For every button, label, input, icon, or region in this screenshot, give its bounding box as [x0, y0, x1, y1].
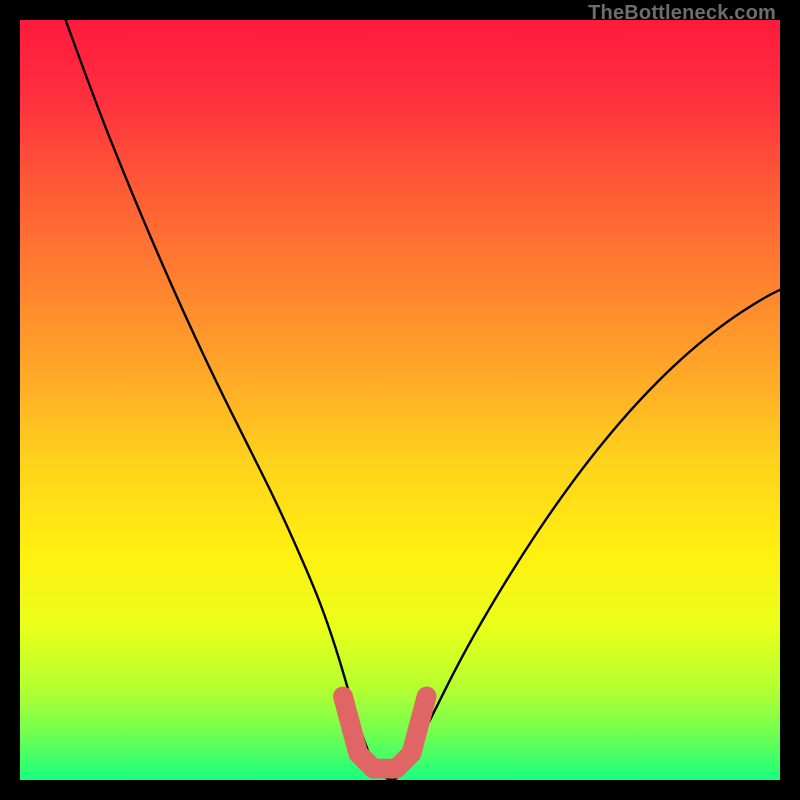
gradient-background — [20, 20, 780, 780]
chart-svg — [20, 20, 780, 780]
plot-area — [20, 20, 780, 780]
watermark-text: TheBottleneck.com — [588, 2, 776, 25]
chart-frame: TheBottleneck.com — [0, 0, 800, 800]
